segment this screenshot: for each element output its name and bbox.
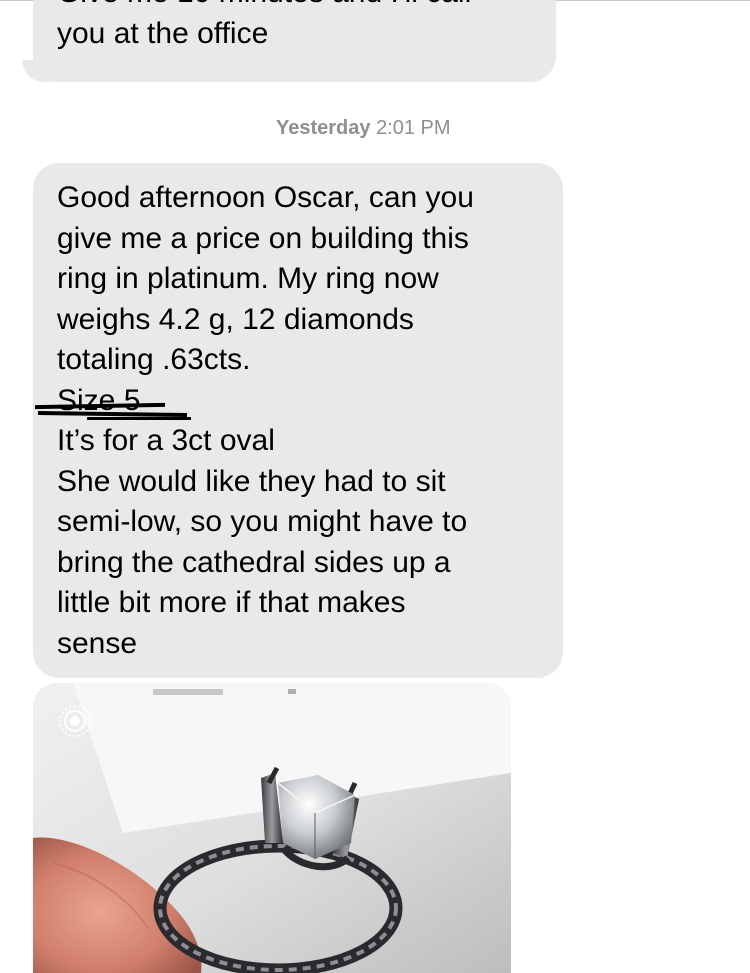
message-line: sense [57, 626, 138, 660]
timestamp-day: Yesterday [276, 117, 371, 139]
message-line: She would like they had to sit [57, 464, 446, 498]
ring-photo-image [33, 683, 511, 973]
main-message-bubble[interactable]: Good afternoon Oscar, can you give me a … [33, 163, 563, 678]
message-line: semi-low, so you might have to [57, 505, 468, 538]
message-line: bring the cathedral sides up a [57, 545, 451, 579]
timestamp-time: 2:01 PM [376, 117, 451, 139]
message-line: totaling .63cts. [57, 343, 251, 376]
struck-line: Size 5 [34, 381, 539, 422]
message-line: It’s for a 3ct oval [57, 424, 275, 457]
bubble-tail [22, 60, 52, 82]
previous-message-line: you at the office [57, 16, 269, 50]
previous-message-line: Give me 10 minutes and I'll call [57, 0, 532, 14]
message-line: give me a price on building this [57, 221, 469, 255]
ring-photo[interactable] [33, 683, 511, 973]
message-line: Good afternoon Oscar, can you [57, 181, 474, 214]
message-line: ring in platinum. My ring now [57, 262, 439, 295]
message-line: little bit more if that makes [57, 586, 406, 619]
live-photo-icon[interactable] [57, 703, 93, 739]
strikethrough-mark [34, 402, 166, 409]
previous-message-bubble[interactable]: Give me 10 minutes and I'll call you at … [33, 0, 556, 82]
strikethrough-mark [87, 416, 191, 420]
message-line: weighs 4.2 g, 12 diamonds [57, 302, 414, 336]
